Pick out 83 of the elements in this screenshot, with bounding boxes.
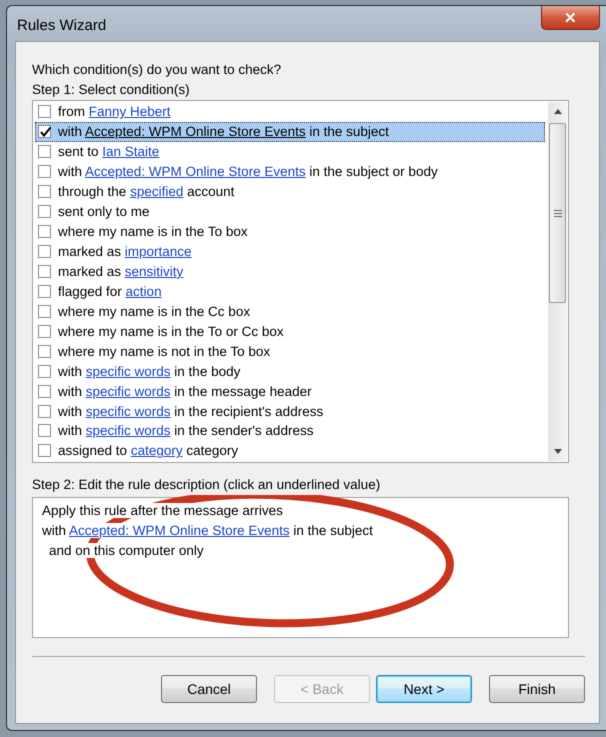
- checkbox[interactable]: [38, 424, 51, 438]
- condition-text: marked as sensitivity: [58, 264, 184, 279]
- scroll-down-icon[interactable]: [554, 449, 562, 454]
- condition-text: sent to Ian Staite: [58, 144, 160, 160]
- checkbox[interactable]: [38, 145, 51, 158]
- condition-link[interactable]: Accepted: WPM Online Store Events: [85, 164, 306, 180]
- checkbox[interactable]: [38, 284, 51, 298]
- condition-row[interactable]: assigned to category category: [35, 440, 545, 461]
- condition-link[interactable]: specific words: [86, 404, 171, 419]
- step-label: Step 1: Select condition(s): [32, 81, 191, 99]
- condition-row[interactable]: with Accepted: WPM Online Store Events in the subject or body: [35, 162, 545, 182]
- condition-text: flagged for action: [58, 284, 162, 299]
- condition-link[interactable]: importance: [124, 244, 192, 260]
- condition-link[interactable]: specific words: [86, 423, 171, 438]
- grip-icon: [554, 210, 562, 216]
- condition-text: with specific words in the sender's address: [58, 423, 314, 438]
- scrollbar[interactable]: [548, 102, 567, 461]
- window-title: Rules Wizard: [16, 16, 106, 34]
- checkbox[interactable]: [38, 105, 51, 118]
- prompt-text: Which condition(s) do you want to check?: [32, 61, 282, 79]
- condition-row[interactable]: with specific words in the body: [35, 361, 545, 382]
- checkbox[interactable]: [38, 225, 51, 238]
- condition-text: with specific words in the message header: [58, 384, 312, 399]
- condition-link[interactable]: specific words: [86, 364, 171, 379]
- condition-link[interactable]: Accepted: WPM Online Store Events: [85, 124, 306, 140]
- condition-text: with Accepted: WPM Online Store Events in the subject: [58, 124, 389, 140]
- scroll-up-icon[interactable]: [554, 109, 562, 114]
- condition-text: where my name is in the To or Cc box: [58, 324, 284, 339]
- condition-row[interactable]: marked as importance: [35, 242, 545, 262]
- condition-row[interactable]: through the specified account: [35, 182, 545, 202]
- checkbox[interactable]: [38, 165, 51, 178]
- wizard-button[interactable]: Cancel: [161, 675, 257, 703]
- checkbox[interactable]: [38, 324, 51, 338]
- condition-row[interactable]: with specific words in the recipient's address: [35, 401, 545, 421]
- condition-row[interactable]: with specific words in the sender's address: [35, 421, 545, 441]
- condition-text: marked as importance: [58, 244, 192, 260]
- condition-text: where my name is in the To box: [58, 224, 248, 240]
- condition-text: through the specified account: [58, 184, 234, 200]
- checkbox[interactable]: [38, 304, 51, 318]
- condition-link[interactable]: category: [130, 443, 183, 458]
- checkbox[interactable]: [38, 444, 51, 458]
- check-icon: [39, 125, 52, 138]
- condition-row[interactable]: where my name is in the To or Cc box: [35, 321, 545, 342]
- condition-row[interactable]: flagged for action: [35, 281, 545, 302]
- checkbox[interactable]: [38, 245, 51, 258]
- condition-link[interactable]: action: [126, 284, 162, 299]
- condition-row[interactable]: where my name is in the Cc box: [35, 301, 545, 322]
- condition-text: where my name is in the Cc box: [58, 304, 250, 319]
- checkbox[interactable]: [38, 384, 51, 398]
- condition-text: with specific words in the recipient's address: [58, 404, 324, 419]
- checkbox[interactable]: [38, 364, 51, 378]
- condition-text: where my name is not in the To box: [58, 344, 270, 359]
- checkbox[interactable]: [38, 125, 51, 138]
- condition-row[interactable]: with specific words in the message header: [35, 381, 545, 402]
- checkbox[interactable]: [38, 404, 51, 418]
- description-text: with Accepted: WPM Online Store Events in the subject: [42, 523, 373, 538]
- condition-text: assigned to category category: [58, 443, 238, 458]
- checkbox[interactable]: [38, 264, 51, 278]
- condition-link[interactable]: sensitivity: [124, 264, 184, 279]
- condition-link[interactable]: specific words: [86, 384, 171, 399]
- condition-link[interactable]: Fanny Hebert: [88, 104, 171, 120]
- condition-row[interactable]: from Fanny Hebert: [35, 102, 545, 122]
- checkbox[interactable]: [38, 185, 51, 198]
- condition-text: with Accepted: WPM Online Store Events in the subject or body: [58, 164, 438, 180]
- description-link[interactable]: Accepted: WPM Online Store Events: [69, 523, 290, 538]
- condition-row[interactable]: where my name is not in the To box: [35, 341, 545, 362]
- condition-row[interactable]: marked as sensitivity: [35, 262, 545, 282]
- description-text: Apply this rule after the message arrives: [42, 503, 283, 518]
- condition-text: from Fanny Hebert: [58, 104, 171, 120]
- condition-row[interactable]: where my name is in the To box: [35, 222, 545, 242]
- condition-link[interactable]: specified: [130, 184, 184, 200]
- wizard-button[interactable]: Next >: [376, 675, 472, 703]
- description-text: and on this computer only: [49, 543, 204, 558]
- condition-text: with specific words in the body: [58, 364, 240, 379]
- condition-row[interactable]: sent only to me: [35, 202, 545, 222]
- checkbox[interactable]: [38, 344, 51, 358]
- condition-text: sent only to me: [58, 204, 150, 220]
- checkbox[interactable]: [38, 205, 51, 218]
- wizard-button[interactable]: Finish: [489, 675, 585, 703]
- condition-row[interactable]: with Accepted: WPM Online Store Events in the subject: [35, 122, 545, 142]
- condition-link[interactable]: Ian Staite: [102, 144, 160, 160]
- condition-row[interactable]: sent to Ian Staite: [35, 142, 545, 162]
- close-button[interactable]: ✕: [541, 6, 600, 30]
